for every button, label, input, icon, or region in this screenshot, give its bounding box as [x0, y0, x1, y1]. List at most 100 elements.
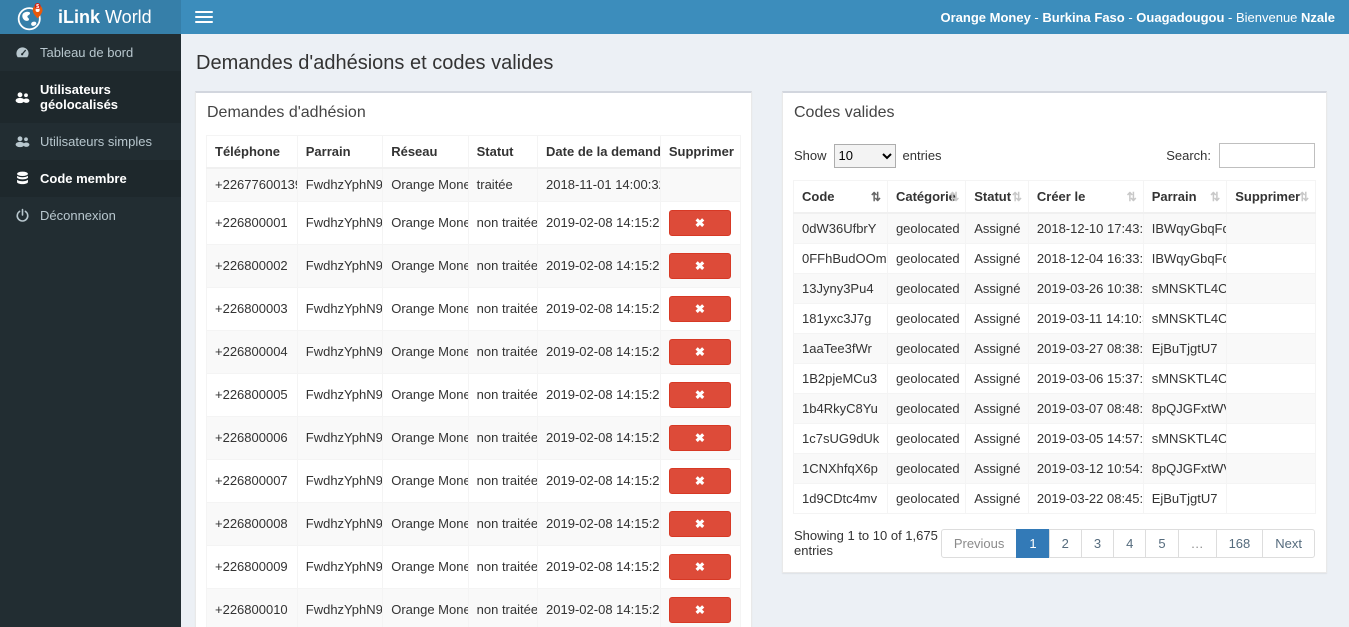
cell-date: 2019-02-08 14:15:26: [537, 501, 661, 546]
codes-column-header-cat-gorie[interactable]: Catégorie ⇅: [886, 180, 967, 214]
cell-reseau: Orange Money: [382, 167, 469, 202]
sidebar-item-utilisateurs-geolocalises[interactable]: Utilisateurs géolocalisés: [0, 71, 181, 123]
cell-telephone: +226800003: [206, 286, 298, 331]
cell-categorie: geolocated: [886, 453, 967, 484]
cell-parrain: FwdhzYphN9: [296, 587, 384, 627]
cell-reseau: Orange Money: [382, 329, 469, 374]
table-row: 1aaTee3fWr geolocated Assigné 2019-03-27 08…: [793, 333, 1316, 364]
show-label: Show: [794, 148, 827, 163]
cell-parrain: FwdhzYphN9: [296, 243, 384, 288]
cell-statut: Assigné: [965, 273, 1029, 304]
column-label: Parrain: [1151, 189, 1197, 204]
cell-parrain: FwdhzYphN9: [296, 329, 384, 374]
cell-creer_le: 2018-12-10 17:43:11: [1027, 212, 1144, 244]
cell-supprimer: ✖: [659, 200, 742, 245]
cell-supprimer: ✖: [659, 544, 742, 589]
delete-button[interactable]: ✖: [668, 295, 731, 322]
codes-column-header-cr-er-le[interactable]: Créer le ⇅: [1027, 180, 1144, 214]
codes-table: Code ⇅ Catégorie ⇅ Statut ⇅ Créer le ⇅ Parrain ⇅ S…: [793, 180, 1316, 514]
delete-button[interactable]: ✖: [668, 553, 731, 580]
delete-button[interactable]: ✖: [668, 424, 731, 451]
demandes-column-header: Téléphone: [206, 135, 298, 169]
panel-title-codes: Codes valides: [794, 104, 895, 121]
sidebar-item-tableau-de-bord[interactable]: Tableau de bord: [0, 34, 181, 71]
page-button-previous[interactable]: Previous: [940, 528, 1018, 558]
page-button-1[interactable]: 1: [1016, 528, 1050, 558]
codes-column-header-supprimer[interactable]: Supprimer ⇅: [1226, 180, 1316, 214]
cell-statut: Assigné: [965, 483, 1029, 514]
cell-supprimer: [1226, 303, 1316, 334]
cell-reseau: Orange Money: [382, 286, 469, 331]
delete-button[interactable]: ✖: [668, 596, 731, 623]
brand-logo[interactable]: $ iLink World: [0, 0, 181, 34]
top-bar: $ iLink World Orange Money - Burkina Fas…: [0, 0, 1349, 34]
table-row: 1B2pjeMCu3 geolocated Assigné 2019-03-06 15…: [793, 363, 1316, 394]
cell-statut: non traitée: [467, 501, 539, 546]
cell-supprimer: ✖: [659, 415, 742, 460]
navbar: Orange Money - Burkina Faso - Ouagadougo…: [181, 0, 1349, 34]
hamburger-icon[interactable]: [195, 11, 213, 23]
x-delete-icon: ✖: [694, 516, 705, 531]
cell-code: 1b4RkyC8Yu: [793, 393, 888, 424]
delete-button[interactable]: ✖: [668, 381, 731, 408]
table-row: +226800010FwdhzYphN9Orange Moneynon trai…: [206, 587, 742, 627]
cell-supprimer: [1226, 212, 1316, 244]
table-row: 1c7sUG9dUk geolocated Assigné 2019-03-05 14…: [793, 423, 1316, 454]
table-info: Showing 1 to 10 of 1,675 entries: [794, 528, 938, 558]
cell-statut: non traitée: [467, 458, 539, 503]
page-button-next[interactable]: Next: [1262, 528, 1315, 558]
codes-column-header-parrain[interactable]: Parrain ⇅: [1142, 180, 1228, 214]
cell-statut: Assigné: [965, 303, 1029, 334]
search-input[interactable]: [1219, 143, 1315, 168]
x-delete-icon: ✖: [694, 258, 705, 273]
sort-updown-icon: ⇅: [1298, 189, 1309, 204]
cell-statut: Assigné: [965, 363, 1029, 394]
delete-button[interactable]: ✖: [668, 510, 731, 537]
cell-parrain: FwdhzYphN9: [296, 167, 384, 202]
table-row: 0FFhBudOOm geolocated Assigné 2018-12-04 16…: [793, 243, 1316, 274]
cell-code: 0dW36UfbrY: [793, 212, 888, 244]
delete-button[interactable]: ✖: [668, 467, 731, 494]
sort-updown-icon: ⇅: [1210, 189, 1221, 204]
sort-updown-icon: ⇅: [949, 189, 960, 204]
cell-categorie: geolocated: [886, 333, 967, 364]
cell-code: 1aaTee3fWr: [793, 333, 888, 364]
codes-column-header-code[interactable]: Code ⇅: [793, 180, 888, 214]
page-button-2[interactable]: 2: [1048, 528, 1082, 558]
table-row: +226800004FwdhzYphN9Orange Moneynon trai…: [206, 329, 742, 374]
table-row: 181yxc3J7g geolocated Assigné 2019-03-11 14…: [793, 303, 1316, 334]
page-button-168[interactable]: 168: [1215, 528, 1264, 558]
user-info-part: Nzale: [1301, 9, 1335, 25]
table-row: +226800003FwdhzYphN9Orange Moneynon trai…: [206, 286, 742, 331]
cell-date: 2019-02-08 14:15:26: [537, 415, 661, 460]
page-button-4[interactable]: 4: [1113, 528, 1147, 558]
page-button-3[interactable]: 3: [1080, 528, 1115, 558]
cell-date: 2019-02-08 14:15:26: [537, 458, 661, 503]
sidebar-item-deconnexion[interactable]: Déconnexion: [0, 197, 181, 234]
delete-button[interactable]: ✖: [668, 209, 731, 236]
cell-reseau: Orange Money: [382, 415, 469, 460]
delete-button[interactable]: ✖: [668, 252, 731, 279]
cell-creer_le: 2018-12-04 16:33:24: [1027, 243, 1144, 274]
sidebar-item-utilisateurs-simples[interactable]: Utilisateurs simples: [0, 123, 181, 160]
cell-supprimer: [1226, 393, 1316, 424]
search-label: Search:: [1166, 148, 1211, 163]
power-icon: [15, 208, 30, 223]
cell-categorie: geolocated: [886, 483, 967, 514]
cell-statut: Assigné: [965, 423, 1029, 454]
sidebar-item-code-membre[interactable]: Code membre: [0, 160, 181, 197]
codes-column-header-statut[interactable]: Statut ⇅: [965, 180, 1029, 214]
sidebar-item-label: Tableau de bord: [40, 45, 134, 60]
cell-supprimer: ✖: [659, 372, 742, 417]
delete-button[interactable]: ✖: [668, 338, 731, 365]
table-row: +226800007FwdhzYphN9Orange Moneynon trai…: [206, 458, 742, 503]
sidebar-item-label: Déconnexion: [40, 208, 116, 223]
demandes-column-header: Parrain: [296, 135, 384, 169]
cell-parrain: sMNSKTL4OR: [1142, 363, 1228, 394]
cell-creer_le: 2019-03-06 15:37:34: [1027, 363, 1144, 394]
cell-telephone: +226800002: [206, 243, 298, 288]
main-content: Demandes d'adhésions et codes valides De…: [181, 34, 1349, 627]
page-length-select[interactable]: 10: [833, 143, 896, 168]
cell-date: 2018-11-01 14:00:32: [537, 167, 661, 202]
page-button-5[interactable]: 5: [1145, 528, 1179, 558]
